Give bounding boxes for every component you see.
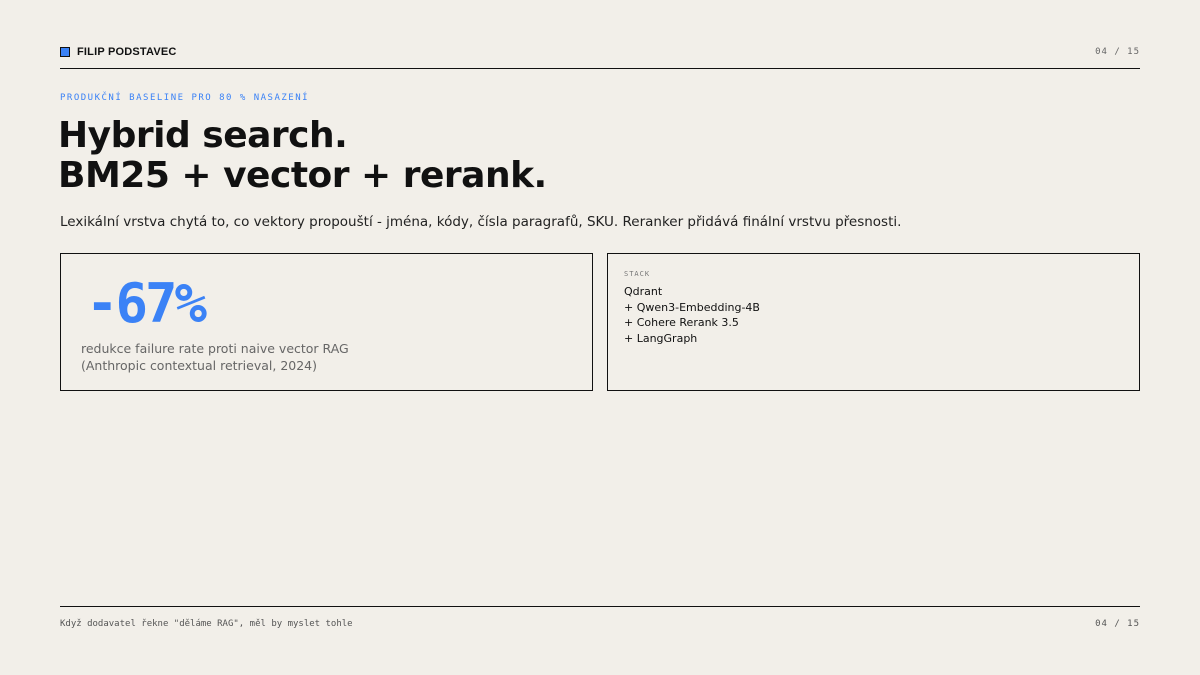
- stack-item: + Cohere Rerank 3.5: [624, 316, 739, 329]
- footer-page-number: 04 / 15: [1095, 619, 1140, 629]
- header-page-number: 04 / 15: [1095, 47, 1140, 57]
- slide-subtitle: Lexikální vrstva chytá to, co vektory pr…: [60, 214, 902, 230]
- stat-caption-line-1: redukce failure rate proti naive vector …: [81, 341, 349, 356]
- stat-value: -67%: [86, 272, 207, 335]
- footer-text: Když dodavatel řekne "děláme RAG", měl b…: [60, 619, 353, 629]
- brand-square-icon: [60, 47, 70, 57]
- stack-label: STACK: [624, 270, 651, 278]
- slide-title: Hybrid search. BM25 + vector + rerank.: [58, 116, 547, 196]
- brand-name: FILIP PODSTAVEC: [77, 46, 177, 58]
- stat-card: -67% redukce failure rate proti naive ve…: [60, 253, 593, 391]
- stat-caption-line-2: (Anthropic contextual retrieval, 2024): [81, 358, 318, 373]
- stack-item: Qdrant: [624, 285, 663, 298]
- slide-footer: Když dodavatel řekne "děláme RAG", měl b…: [60, 606, 1140, 629]
- brand: FILIP PODSTAVEC: [60, 46, 177, 58]
- title-line-2: BM25 + vector + rerank.: [58, 155, 547, 196]
- eyebrow-label: PRODUKČNÍ BASELINE PRO 80 % NASAZENÍ: [60, 93, 310, 103]
- stack-list: Qdrant + Qwen3-Embedding-4B + Cohere Rer…: [624, 284, 760, 346]
- title-line-1: Hybrid search.: [58, 115, 348, 156]
- stack-item: + Qwen3-Embedding-4B: [624, 300, 760, 314]
- stack-item: + LangGraph: [624, 331, 698, 345]
- stack-card: STACK Qdrant + Qwen3-Embedding-4B + Cohe…: [607, 253, 1140, 391]
- stat-caption: redukce failure rate proti naive vector …: [81, 340, 349, 374]
- slide-header: FILIP PODSTAVEC 04 / 15: [60, 44, 1140, 69]
